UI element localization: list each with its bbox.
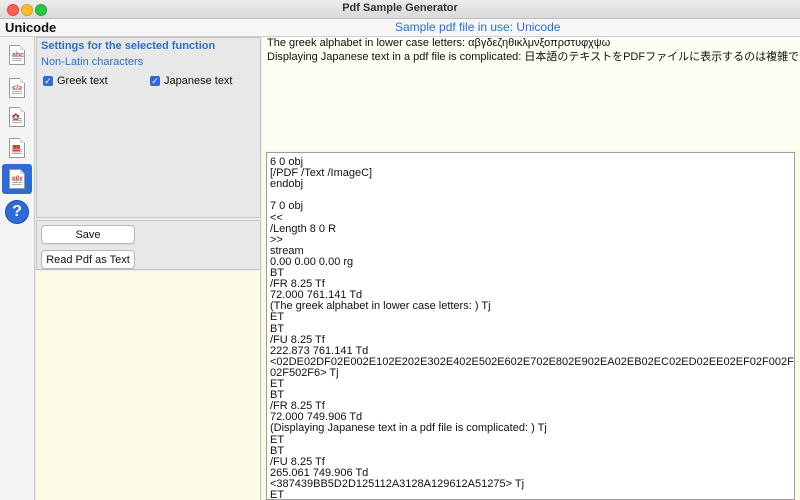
code-line: ET — [270, 489, 285, 500]
code-line: /FU 8.25 Tf — [270, 333, 325, 346]
greek-text-checkbox[interactable]: ✓ Greek text — [43, 75, 108, 87]
code-line: ET — [270, 311, 285, 324]
unicode-document-icon: αβγ — [9, 169, 25, 189]
table-document-icon: ▦ — [9, 138, 25, 158]
image-document-icon: ✿ — [9, 107, 25, 127]
actions-panel: Save Read Pdf as Text — [36, 220, 261, 270]
sidebar-item-image[interactable]: ✿ — [2, 102, 32, 132]
checkmark-icon: ✓ — [43, 76, 53, 86]
text-document-icon: abc — [9, 45, 25, 65]
checkmark-icon: ✓ — [150, 76, 160, 86]
pdf-preview-area: The greek alphabet in lower case letters… — [262, 37, 800, 150]
preview-line: Displaying Japanese text in a pdf file i… — [267, 51, 800, 63]
help-icon: ? — [5, 200, 29, 224]
greek-text-label: Greek text — [57, 75, 108, 87]
app-header: Unicode Sample pdf file in use: Unicode — [0, 19, 800, 37]
window-titlebar: Pdf Sample Generator — [0, 0, 800, 19]
settings-subtitle: Non-Latin characters — [41, 56, 144, 68]
code-line: BT — [270, 444, 285, 457]
read-pdf-as-text-button[interactable]: Read Pdf as Text — [41, 250, 135, 269]
japanese-text-checkbox[interactable]: ✓ Japanese text — [150, 75, 233, 87]
pdf-source-textarea[interactable]: 6 0 obj [/PDF /Text /ImageC] endobj 7 0 obj… — [266, 152, 795, 500]
app-name: Unicode — [5, 20, 57, 35]
sidebar-item-unicode[interactable]: αβγ — [2, 164, 32, 194]
code-line: /Length 8 0 R — [270, 222, 337, 235]
sidebar-item-help[interactable]: ? — [2, 197, 32, 227]
file-in-use-label: Sample pdf file in use: Unicode — [395, 20, 561, 34]
code-line: ET — [270, 433, 285, 446]
settings-title: Settings for the selected function — [41, 40, 216, 52]
code-line: << — [270, 211, 283, 224]
left-empty-area — [36, 271, 261, 500]
function-sidebar: abc </> ✿ ▦ αβγ ? — [0, 37, 35, 500]
code-line: (The greek alphabet in lower case letter… — [270, 300, 491, 313]
sidebar-item-text[interactable]: abc — [2, 40, 32, 70]
code-line: endobj — [270, 178, 304, 191]
code-line: <387439BB5D2D125112A3128A129612A51275> T… — [270, 477, 525, 490]
window-title: Pdf Sample Generator — [342, 2, 458, 14]
sidebar-item-table[interactable]: ▦ — [2, 133, 32, 163]
save-button[interactable]: Save — [41, 225, 135, 244]
japanese-text-label: Japanese text — [164, 75, 233, 87]
code-line: BT — [270, 322, 285, 335]
code-line: <02DE02DF02E002E102E202E302E402E502E602E… — [270, 355, 795, 368]
sidebar-item-html[interactable]: </> — [2, 73, 32, 103]
settings-panel: Settings for the selected function Non-L… — [36, 37, 261, 218]
code-line: 7 0 obj — [270, 200, 304, 213]
html-document-icon: </> — [9, 78, 25, 98]
code-line: (Displaying Japanese text in a pdf file … — [270, 422, 547, 435]
